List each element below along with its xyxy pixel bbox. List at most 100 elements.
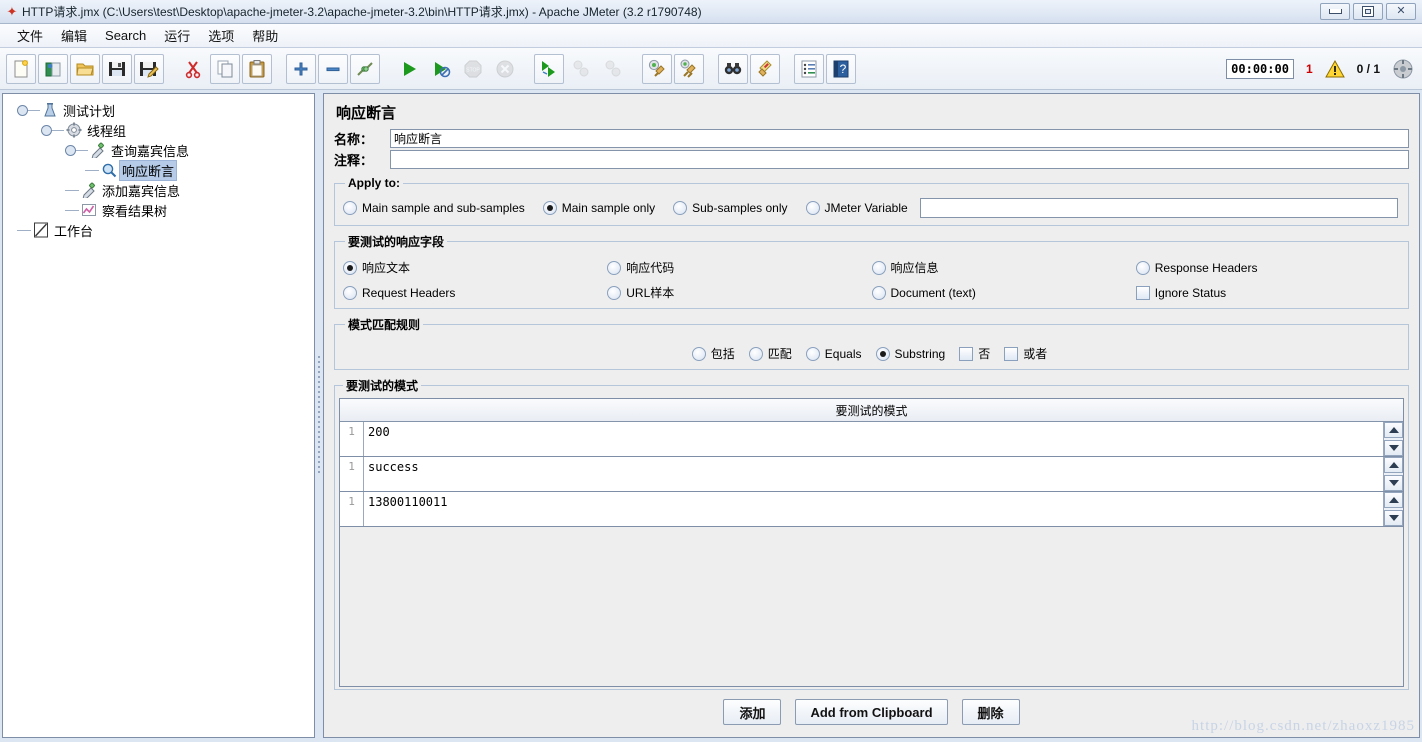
expander-icon[interactable] [65, 144, 76, 156]
pattern-value[interactable]: 13800110011 [364, 492, 1383, 526]
radio-matches[interactable]: 匹配 [748, 345, 792, 362]
checkbox-label: 否 [978, 347, 991, 361]
close-button[interactable]: ✕ [1386, 3, 1416, 20]
window-controls: ✕ [1320, 3, 1420, 20]
shutdown-button [490, 54, 520, 84]
open-button[interactable] [70, 53, 100, 84]
add-pattern-button[interactable]: 添加 [723, 699, 782, 725]
menu-bar: 文件 编辑 Search 运行 选项 帮助 [0, 24, 1422, 48]
start-button[interactable] [394, 54, 424, 84]
radio-contains[interactable]: 包括 [691, 345, 735, 362]
search-button[interactable] [718, 53, 748, 84]
jmeter-variable-input[interactable] [919, 198, 1398, 218]
expander-icon[interactable] [17, 104, 28, 116]
scroll-up-icon[interactable] [1384, 492, 1403, 508]
checkbox-ignore-status[interactable]: Ignore Status [1135, 285, 1227, 300]
row-scrollbar[interactable] [1383, 422, 1403, 456]
copy-button[interactable] [210, 53, 240, 84]
expander-icon[interactable] [41, 124, 52, 136]
radio-response-text[interactable]: 响应文本 [343, 259, 410, 276]
radio-document-text[interactable]: Document (text) [871, 285, 976, 300]
radio-substring[interactable]: Substring [875, 346, 945, 361]
radio-response-code[interactable]: 响应代码 [607, 259, 674, 276]
row-scrollbar[interactable] [1383, 492, 1403, 526]
radio-label: Main sample and sub-samples [362, 201, 525, 215]
clear-all-button[interactable] [674, 53, 704, 84]
collapse-all-button[interactable] [318, 53, 348, 84]
tree-node-query-guest-info[interactable]: 查询嘉宾信息 [9, 140, 314, 160]
jmeter-feather-icon: ✦ [6, 3, 18, 19]
start-no-timers-button[interactable] [426, 54, 456, 84]
menu-options[interactable]: 选项 [199, 24, 243, 47]
test-plan-tree[interactable]: 测试计划 线程组 查询嘉宾信息 响应断言 添加嘉宾信息 察看结果树 工作台 [2, 93, 315, 738]
save-as-button[interactable] [134, 53, 164, 84]
tree-node-response-assertion[interactable]: 响应断言 [9, 159, 314, 181]
checkbox-or[interactable]: 或者 [1004, 345, 1047, 362]
radio-response-headers[interactable]: Response Headers [1135, 260, 1258, 275]
name-label: 名称： [334, 132, 374, 147]
table-row[interactable]: 1 success [340, 457, 1403, 492]
radio-label: Document (text) [890, 285, 976, 300]
paste-button[interactable] [242, 53, 272, 84]
add-from-clipboard-button[interactable]: Add from Clipboard [795, 699, 948, 725]
radio-main-sample-only[interactable]: Main sample only [542, 201, 655, 215]
comment-input[interactable] [390, 150, 1409, 169]
save-button[interactable] [102, 53, 132, 84]
new-button[interactable] [6, 53, 36, 84]
expand-all-button[interactable] [286, 53, 316, 84]
radio-request-headers[interactable]: Request Headers [343, 285, 455, 300]
warning-triangle-icon[interactable] [1324, 59, 1345, 78]
toggle-pins-button[interactable] [350, 53, 380, 84]
tree-node-view-results-tree[interactable]: 察看结果树 [9, 200, 314, 220]
radio-equals[interactable]: Equals [805, 346, 862, 361]
pattern-value[interactable]: 200 [364, 422, 1383, 456]
split-divider[interactable] [315, 93, 323, 738]
help-button[interactable]: ? [826, 53, 856, 84]
pattern-value[interactable]: success [364, 457, 1383, 491]
menu-search[interactable]: Search [96, 26, 155, 45]
scroll-up-icon[interactable] [1384, 422, 1403, 438]
reset-search-button[interactable] [750, 53, 780, 84]
name-input[interactable] [390, 129, 1409, 148]
delete-pattern-button[interactable]: 删除 [961, 699, 1020, 725]
radio-url-sample[interactable]: URL样本 [607, 284, 674, 301]
table-row[interactable]: 1 13800110011 [340, 492, 1403, 527]
svg-text:STOP: STOP [466, 67, 480, 73]
radio-label: Equals [824, 346, 862, 361]
table-row[interactable]: 1 200 [340, 422, 1403, 457]
row-scrollbar[interactable] [1383, 457, 1403, 491]
function-helper-button[interactable] [794, 53, 824, 84]
templates-button[interactable] [38, 53, 68, 84]
checkbox-not[interactable]: 否 [959, 345, 990, 362]
scroll-down-icon[interactable] [1384, 475, 1403, 491]
patterns-table[interactable]: 要测试的模式 1 200 1 success 1 13800110011 [339, 398, 1404, 687]
checkbox-label: Ignore Status [1154, 285, 1227, 300]
patterns-legend: 要测试的模式 [346, 379, 419, 393]
radio-label: Response Headers [1154, 260, 1258, 275]
menu-run[interactable]: 运行 [155, 24, 199, 47]
minimize-button[interactable] [1320, 3, 1350, 20]
tree-node-add-guest-info[interactable]: 添加嘉宾信息 [9, 180, 314, 200]
patterns-column-header: 要测试的模式 [340, 399, 1403, 422]
restore-button[interactable] [1353, 3, 1383, 20]
radio-main-sample-and-sub-samples[interactable]: Main sample and sub-samples [343, 201, 525, 215]
radio-jmeter-variable[interactable]: JMeter Variable [805, 201, 908, 215]
tree-node-workbench[interactable]: 工作台 [9, 220, 314, 240]
stop-button: STOP [458, 54, 488, 84]
menu-file[interactable]: 文件 [8, 24, 52, 47]
response-assertion-panel: 响应断言 名称： 注释： Apply to: Main sample and s… [323, 93, 1420, 738]
menu-edit[interactable]: 编辑 [52, 24, 96, 47]
comment-label: 注释： [334, 153, 374, 168]
radio-response-message[interactable]: 响应信息 [871, 259, 939, 276]
scroll-down-icon[interactable] [1384, 440, 1403, 456]
scroll-up-icon[interactable] [1384, 457, 1403, 473]
scroll-down-icon[interactable] [1384, 510, 1403, 526]
tree-node-test-plan[interactable]: 测试计划 [9, 100, 314, 120]
name-row: 名称： [334, 129, 1409, 148]
menu-help[interactable]: 帮助 [243, 24, 287, 47]
cut-button[interactable] [178, 54, 208, 84]
remote-start-all-button[interactable] [534, 53, 564, 84]
clear-button[interactable] [642, 53, 672, 84]
radio-sub-samples-only[interactable]: Sub-samples only [673, 201, 788, 215]
tree-node-thread-group[interactable]: 线程组 [9, 120, 314, 140]
